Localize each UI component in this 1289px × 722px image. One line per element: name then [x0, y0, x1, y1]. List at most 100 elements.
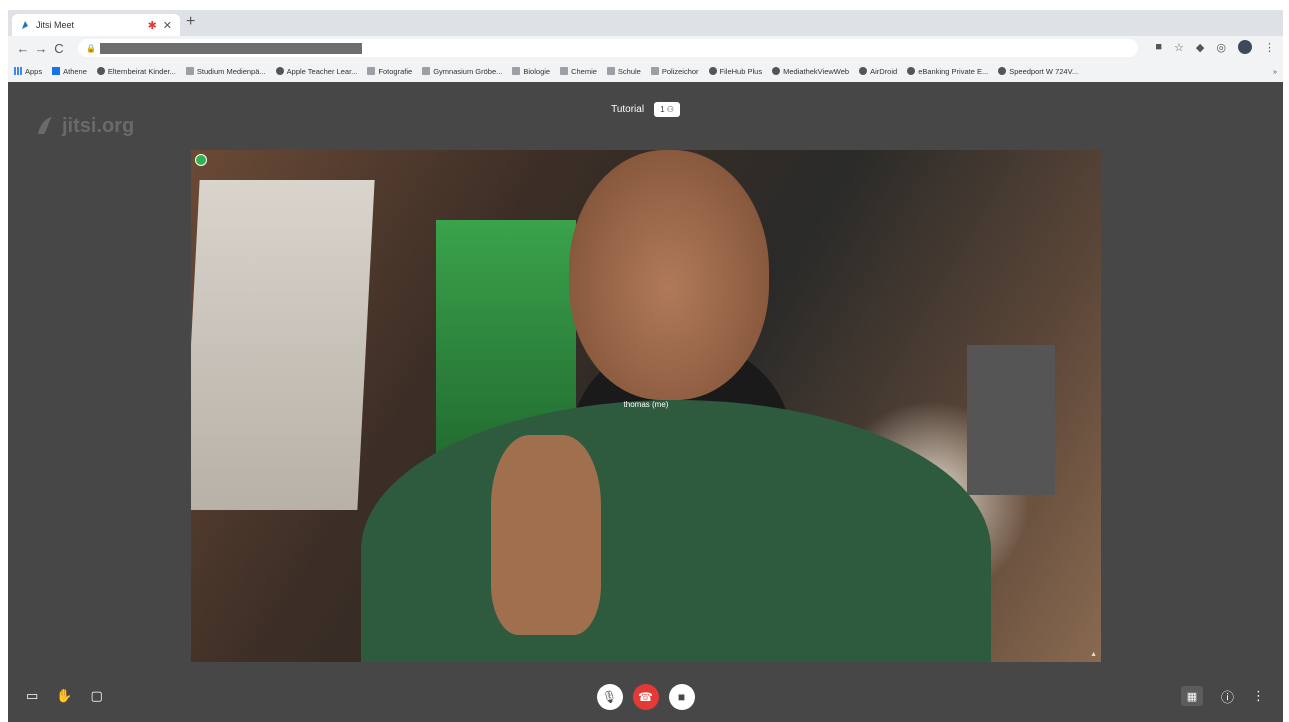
bookmark-item[interactable]: Biologie	[512, 67, 550, 76]
folder-icon	[422, 67, 431, 75]
bookmark-label: Polizeichor	[661, 66, 699, 76]
bookmark-label: Chemie	[571, 66, 597, 76]
lock-icon: 🔒	[86, 43, 96, 53]
bookmark-item[interactable]: Elternbeirat Kinder...	[96, 66, 176, 76]
bookmark-item[interactable]: FileHub Plus	[708, 67, 762, 76]
address-bar[interactable]: 🔒	[78, 39, 1138, 57]
jitsi-watermark[interactable]: jitsi.org	[34, 114, 134, 138]
hangup-button[interactable]: ☎	[632, 684, 659, 710]
camera-button[interactable]: ■	[668, 684, 695, 710]
back-button[interactable]: ←	[14, 41, 32, 56]
bookmark-label: Apps	[25, 66, 43, 76]
info-icon[interactable]: ⓘ	[1221, 687, 1234, 706]
microphone-button[interactable]: 🎙	[596, 684, 623, 710]
more-icon[interactable]: ⋮	[1252, 688, 1265, 704]
toolbar-center: 🎙 ☎ ■	[8, 684, 1283, 710]
app-icon	[52, 67, 61, 75]
globe-icon	[275, 67, 284, 75]
watermark-text: jitsi.org	[62, 114, 135, 137]
folder-icon	[650, 67, 659, 75]
bookmark-item[interactable]: Apps	[14, 67, 42, 76]
bookmark-label: Gymnasium Gröbe...	[433, 66, 503, 76]
bookmark-label: Apple Teacher Lear...	[286, 66, 358, 76]
video-thumbs-up	[491, 435, 601, 635]
recording-indicator-icon: ✱	[147, 19, 157, 32]
bookmark-item[interactable]: MediathekViewWeb	[772, 67, 849, 76]
tab-strip: Jitsi Meet ✱ ✕ +	[8, 10, 1283, 36]
bookmark-item[interactable]: eBanking Private E...	[907, 67, 988, 76]
tab-title: Jitsi Meet	[36, 20, 75, 30]
participant-display-name: thomas (me)	[623, 400, 669, 409]
bookmark-item[interactable]: Chemie	[560, 67, 597, 76]
toolbar-right: ▦ ⓘ ⋮	[1180, 686, 1265, 706]
participants-icon: ⚇	[666, 105, 674, 114]
forward-button[interactable]: →	[32, 41, 50, 56]
video-backdrop-screen	[191, 180, 375, 510]
connection-quality-icon[interactable]	[195, 154, 207, 166]
pin-icon[interactable]: ▲	[1090, 651, 1097, 658]
bookmarks-bar: Apps Athene Elternbeirat Kinder... Studium …	[8, 60, 1283, 82]
browser-menu-icon[interactable]: ⋮	[1264, 41, 1275, 54]
jitsi-logo-icon	[38, 117, 52, 134]
camera-indicator-icon[interactable]: ■	[1155, 41, 1162, 53]
bookmark-label: Fotografie	[378, 66, 413, 76]
bookmark-item[interactable]: Polizeichor	[650, 66, 699, 76]
browser-toolbar-right: ■ ☆ ◆ ◎ ⋮	[1155, 40, 1275, 54]
bookmark-star-icon[interactable]: ☆	[1174, 41, 1184, 54]
globe-icon	[772, 67, 781, 75]
reload-button[interactable]: C	[50, 41, 68, 56]
folder-icon	[512, 67, 521, 75]
jitsi-favicon-icon	[22, 21, 28, 29]
bookmark-item[interactable]: Fotografie	[367, 67, 412, 76]
microphone-icon: 🎙	[601, 690, 618, 704]
bookmark-item[interactable]: Speedport W 724V...	[998, 67, 1078, 76]
bookmark-item[interactable]: Gymnasium Gröbe...	[422, 67, 502, 76]
globe-icon	[708, 67, 717, 75]
globe-icon	[907, 67, 916, 75]
globe-icon	[998, 67, 1007, 75]
participants-count-badge[interactable]: 1 ⚇	[654, 102, 680, 117]
participants-count: 1	[660, 105, 665, 114]
extension-icon[interactable]: ◆	[1196, 41, 1204, 54]
bookmark-item[interactable]: Schule	[606, 66, 641, 76]
folder-icon	[560, 67, 569, 75]
browser-chrome: Jitsi Meet ✱ ✕ + ← → C 🔒 ■ ☆ ◆ ◎ ⋮ Apps A…	[8, 10, 1283, 82]
bookmark-label: eBanking Private E...	[918, 66, 989, 76]
meeting-area: jitsi.org Tutorial 1 ⚇ thomas (me) ▲ ▭ ✋…	[8, 82, 1283, 722]
browser-tab[interactable]: Jitsi Meet ✱ ✕	[12, 14, 180, 36]
bookmark-label: Studium Medienpä...	[196, 66, 266, 76]
meeting-toolbar: ▭ ✋ ▢ 🎙 ☎ ■ ▦ ⓘ ⋮	[8, 680, 1283, 716]
bookmark-label: Biologie	[523, 66, 551, 76]
bookmarks-more-button[interactable]: »	[1273, 67, 1277, 76]
bookmark-item[interactable]: Athene	[52, 67, 87, 76]
bookmark-label: AirDroid	[870, 66, 898, 76]
large-video: thomas (me) ▲	[191, 150, 1101, 662]
globe-icon	[859, 67, 868, 75]
folder-icon	[367, 67, 376, 75]
profile-avatar[interactable]	[1238, 40, 1252, 54]
globe-icon	[96, 67, 105, 75]
hangup-icon: ☎	[638, 690, 653, 704]
video-person-head	[569, 150, 769, 400]
tile-view-icon: ▦	[1186, 690, 1198, 703]
bookmark-item[interactable]: Apple Teacher Lear...	[275, 66, 358, 76]
apps-icon	[14, 67, 22, 75]
meeting-header: Tutorial 1 ⚇	[8, 102, 1283, 117]
tile-view-button[interactable]: ▦	[1180, 686, 1203, 706]
browser-toolbar: ← → C 🔒 ■ ☆ ◆ ◎ ⋮	[8, 36, 1283, 60]
bookmark-label: MediathekViewWeb	[783, 66, 850, 76]
bookmark-item[interactable]: Studium Medienpä...	[185, 66, 266, 76]
bookmark-item[interactable]: AirDroid	[859, 67, 897, 76]
bookmark-label: Schule	[617, 66, 641, 76]
camera-icon: ■	[677, 690, 686, 704]
extension-2-icon[interactable]: ◎	[1216, 41, 1226, 54]
folder-icon	[606, 67, 615, 75]
video-softbox	[967, 345, 1055, 495]
bookmark-label: Elternbeirat Kinder...	[107, 66, 176, 76]
new-tab-button[interactable]: +	[186, 13, 195, 31]
tab-close-icon[interactable]: ✕	[163, 19, 172, 32]
meeting-title: Tutorial	[611, 104, 645, 115]
bookmark-label: Speedport W 724V...	[1009, 66, 1079, 76]
folder-icon	[185, 67, 194, 75]
bookmark-label: Athene	[63, 66, 87, 76]
